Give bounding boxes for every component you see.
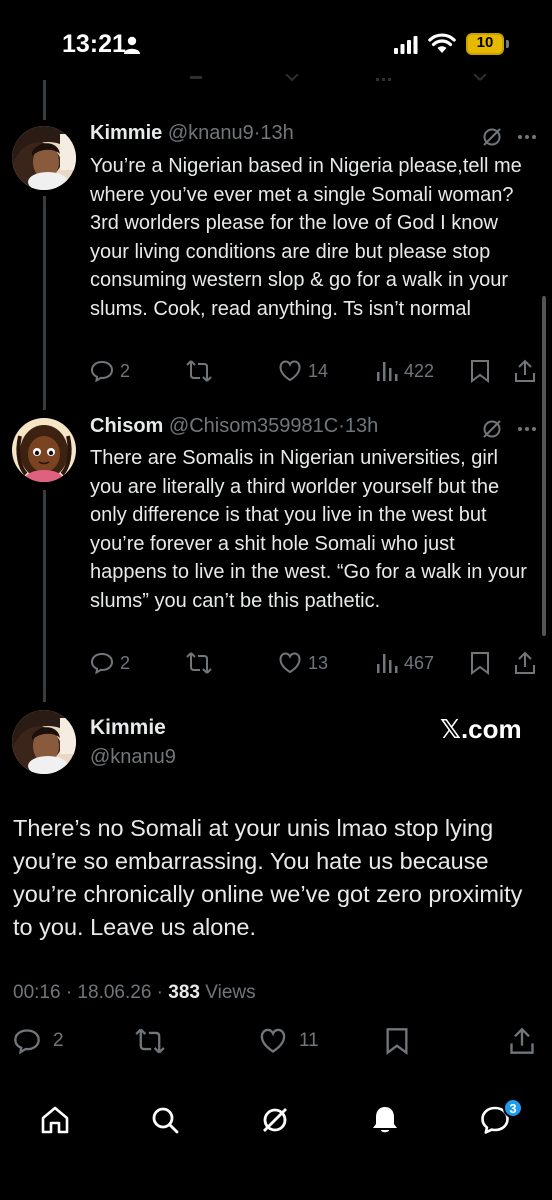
share-icon	[510, 1027, 534, 1054]
retweet-button[interactable]	[186, 650, 218, 676]
search-icon	[152, 1107, 179, 1134]
reply-count: 2	[120, 652, 131, 673]
bookmark-icon	[386, 1028, 408, 1055]
avatar[interactable]	[12, 126, 76, 190]
view-count: 467	[404, 652, 435, 673]
bookmark-button[interactable]	[470, 358, 496, 384]
share-icon	[515, 651, 535, 674]
heart-icon	[279, 360, 301, 382]
share-button[interactable]	[509, 1027, 541, 1054]
nav-notifications[interactable]	[367, 1102, 403, 1138]
display-name[interactable]: Kimmie	[90, 122, 162, 144]
views-button[interactable]: 422	[376, 358, 434, 384]
timestamp[interactable]: 13h	[260, 122, 293, 144]
wifi-icon	[428, 33, 456, 53]
retweet-button[interactable]	[186, 358, 218, 384]
cellular-signal-icon	[394, 36, 418, 54]
retweet-icon	[186, 360, 212, 382]
messages-badge: 3	[503, 1098, 523, 1118]
views-icon	[377, 362, 398, 381]
reply-button[interactable]: 2	[90, 358, 130, 384]
thread-connector	[43, 80, 46, 120]
home-icon	[41, 1106, 69, 1134]
views-label[interactable]: Views	[200, 982, 255, 1003]
thread-connector	[43, 490, 46, 702]
battery-level: 10	[476, 34, 494, 51]
like-button[interactable]: 14	[278, 358, 328, 384]
bookmark-icon	[471, 652, 489, 675]
like-count: 13	[308, 652, 329, 673]
views-icon	[377, 654, 398, 673]
display-name[interactable]: Chisom	[90, 415, 163, 437]
reply-button[interactable]: 2	[90, 650, 130, 676]
tweet-text: There’s no Somali at your unis lmao stop…	[13, 815, 523, 940]
nav-search[interactable]	[147, 1102, 183, 1138]
grok-icon[interactable]	[481, 418, 503, 440]
reply-icon	[90, 360, 114, 383]
post-timestamp: 00:16 · 18.06.26 ·	[13, 982, 169, 1003]
share-button[interactable]	[514, 358, 542, 384]
avatar[interactable]	[12, 418, 76, 482]
like-button[interactable]: 13	[278, 650, 328, 676]
status-time: 13:21	[62, 30, 126, 58]
more-icon[interactable]	[516, 126, 538, 148]
heart-icon	[260, 1028, 286, 1053]
view-count: 422	[404, 360, 435, 381]
tweet-header: Kimmie @knanu9·13h	[90, 122, 294, 145]
grok-icon[interactable]	[481, 126, 503, 148]
display-name[interactable]: Kimmie	[90, 716, 166, 740]
like-count: 14	[308, 360, 329, 381]
views-count[interactable]: 383	[168, 982, 200, 1003]
x-watermark: 𝕏.com	[440, 714, 522, 744]
tweet-actions: 2 14 422	[90, 358, 540, 384]
views-button[interactable]: 467	[376, 650, 434, 676]
status-bar: 13:21 10	[0, 0, 552, 92]
scrollbar[interactable]	[542, 296, 546, 636]
grok-icon	[263, 1108, 287, 1132]
scrolled-action-row	[0, 74, 552, 88]
tweet-header: Chisom @Chisom359981C·13h	[90, 415, 378, 438]
timestamp[interactable]: 13h	[345, 415, 378, 437]
retweet-icon	[135, 1028, 165, 1054]
bookmark-icon	[471, 360, 489, 383]
separator: ·	[338, 415, 345, 437]
reply-button[interactable]: 2	[13, 1028, 64, 1055]
battery-nub	[506, 40, 509, 48]
heart-icon	[279, 652, 301, 674]
bottom-nav	[0, 1090, 552, 1150]
thread-connector	[43, 196, 46, 410]
handle[interactable]: @knanu9	[168, 122, 254, 144]
battery-icon: 10	[466, 33, 504, 55]
tweet-text: There are Somalis in Nigerian universiti…	[90, 447, 527, 612]
bookmark-button[interactable]	[470, 650, 496, 676]
reply-count: 2	[120, 360, 131, 381]
retweet-button[interactable]	[135, 1028, 171, 1054]
like-button[interactable]: 11	[259, 1028, 319, 1054]
tweet-actions: 2 13 467	[90, 650, 540, 676]
tweet-actions: 2 11	[13, 1026, 543, 1056]
tweet-text: You’re a Nigerian based in Nigeria pleas…	[90, 155, 522, 320]
bell-icon	[373, 1107, 397, 1133]
reply-icon	[14, 1029, 40, 1055]
person-icon	[124, 36, 140, 54]
handle[interactable]: @knanu9	[90, 746, 176, 769]
tweet-meta: 00:16 · 18.06.26 · 383 Views	[13, 982, 256, 1004]
share-icon	[515, 359, 535, 382]
nav-grok[interactable]	[257, 1102, 293, 1138]
handle[interactable]: @Chisom359981C	[169, 415, 338, 437]
like-count: 11	[299, 1030, 319, 1051]
reply-icon	[90, 652, 114, 675]
share-button[interactable]	[514, 650, 542, 676]
retweet-icon	[186, 652, 212, 674]
bookmark-button[interactable]	[385, 1028, 415, 1055]
nav-home[interactable]	[37, 1102, 73, 1138]
reply-count: 2	[53, 1030, 64, 1051]
more-icon[interactable]	[516, 418, 538, 440]
avatar[interactable]	[12, 710, 76, 774]
